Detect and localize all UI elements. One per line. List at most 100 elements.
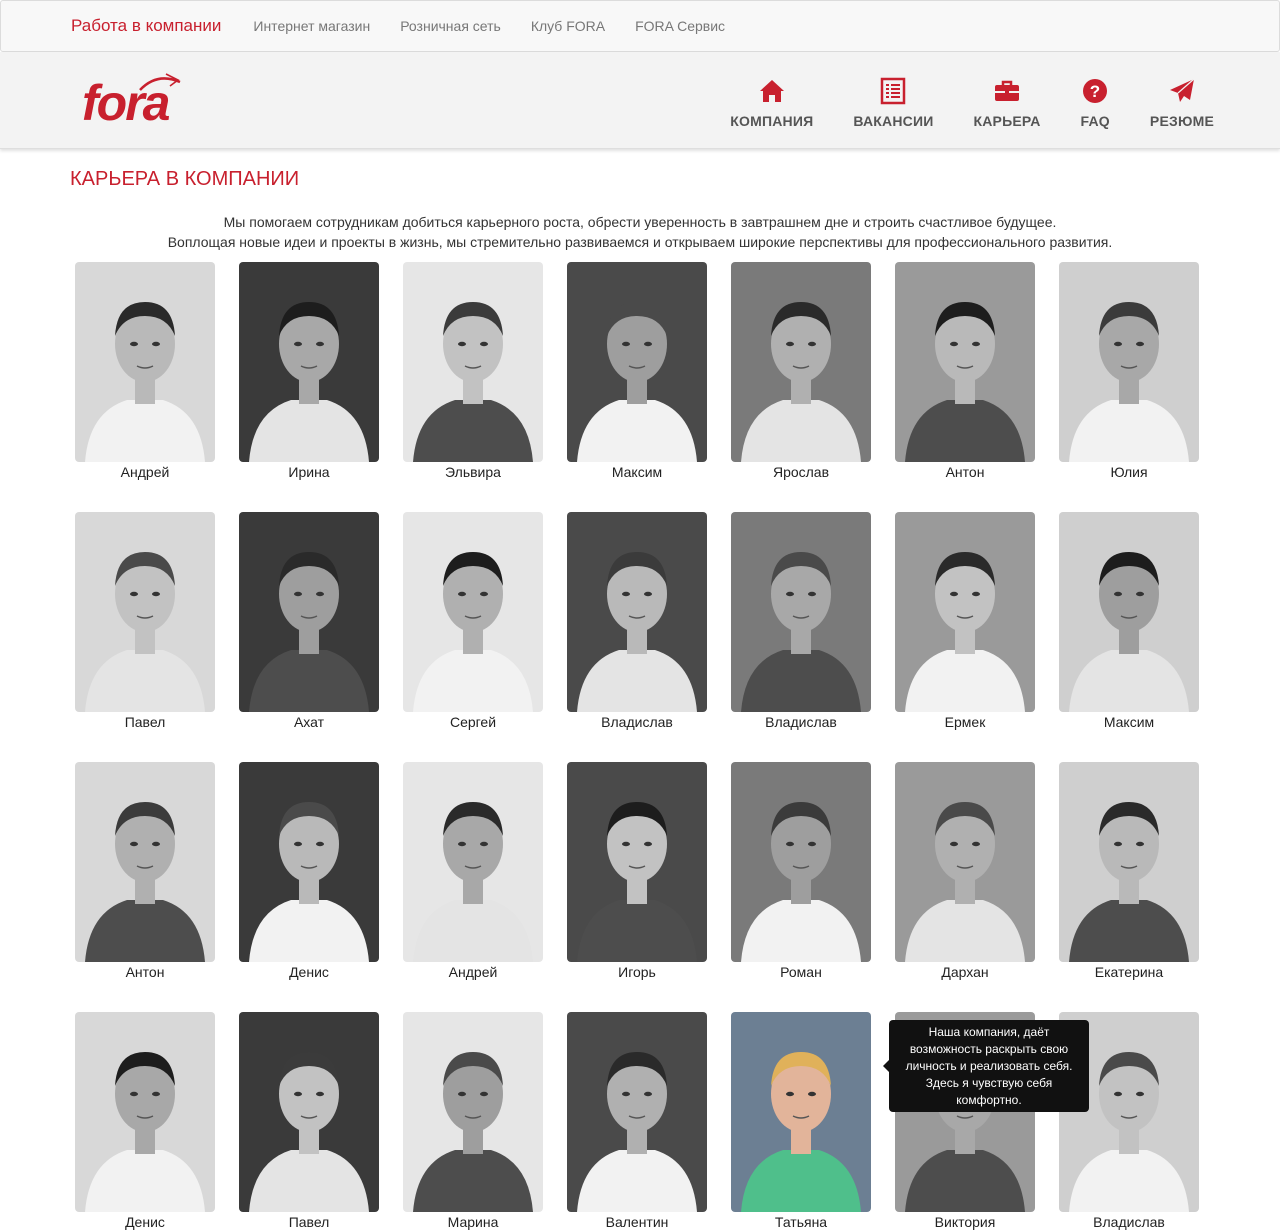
- employee-photo: [75, 262, 215, 462]
- employee-photo: [567, 762, 707, 962]
- menu-item-resume-label: РЕЗЮМЕ: [1149, 113, 1214, 129]
- employee-quote-tooltip: Наша компания, даёт возможность раскрыть…: [883, 1020, 1089, 1112]
- menu-item-faq[interactable]: ? FAQ: [1081, 77, 1110, 129]
- menu-item-career-label: КАРЬЕРА: [973, 113, 1041, 129]
- employee-photo: [239, 512, 379, 712]
- menu-item-company[interactable]: КОМПАНИЯ: [730, 77, 813, 129]
- employee-name: Игорь: [618, 964, 656, 980]
- employee-name: Ермек: [944, 714, 986, 730]
- briefcase-icon: [995, 80, 1019, 101]
- employee-card[interactable]: Ирина: [239, 262, 379, 482]
- employee-name: Андрей: [120, 464, 170, 480]
- topnav-item-service[interactable]: FORA Сервис: [623, 18, 737, 34]
- tooltip-text: Наша компания, даёт возможность раскрыть…: [905, 1025, 1073, 1107]
- employee-name: Ирина: [288, 464, 330, 480]
- employee-photo: [895, 762, 1035, 962]
- employee-name: Сергей: [449, 714, 497, 730]
- employee-photo: [403, 262, 543, 462]
- employee-name: Роман: [780, 964, 822, 980]
- employee-name: Юлия: [1110, 464, 1148, 480]
- employee-name: Максим: [1103, 714, 1155, 730]
- employee-name: Валентин: [605, 1214, 669, 1230]
- employee-photo: [239, 262, 379, 462]
- employee-card[interactable]: Владислав: [731, 512, 871, 732]
- intro-line-1: Мы помогаем сотрудникам добиться карьерн…: [223, 214, 1057, 230]
- employee-card[interactable]: Марина: [403, 1012, 543, 1232]
- employee-card[interactable]: Юлия: [1059, 262, 1199, 482]
- employee-photo: [567, 262, 707, 462]
- employee-card[interactable]: Ахат: [239, 512, 379, 732]
- employee-card[interactable]: Ярослав: [731, 262, 871, 482]
- fora-logo[interactable]: fora: [82, 68, 192, 131]
- employee-photo: [731, 1012, 871, 1212]
- employee-card[interactable]: Дархан: [895, 762, 1035, 982]
- employee-name: Максим: [611, 464, 663, 480]
- employee-photo: [567, 1012, 707, 1212]
- employee-name: Ярослав: [772, 464, 830, 480]
- employee-photo: [895, 262, 1035, 462]
- employee-card[interactable]: Антон: [75, 762, 215, 982]
- employee-card[interactable]: Сергей: [403, 512, 543, 732]
- menu-item-career[interactable]: КАРЬЕРА: [974, 77, 1041, 129]
- employee-card[interactable]: Антон: [895, 262, 1035, 482]
- topnav-item-retail[interactable]: Розничная сеть: [388, 18, 513, 34]
- svg-text:?: ?: [1090, 82, 1100, 101]
- employee-name: Павел: [288, 1214, 330, 1230]
- menu-item-faq-label: FAQ: [1080, 113, 1110, 129]
- home-icon: [759, 80, 784, 102]
- employee-name: Денис: [289, 964, 329, 980]
- employee-name: Татьяна: [774, 1214, 828, 1230]
- employee-card[interactable]: Максим: [567, 262, 707, 482]
- employee-card[interactable]: Максим: [1059, 512, 1199, 732]
- employee-card[interactable]: Андрей: [75, 262, 215, 482]
- menu-item-vacancies[interactable]: ВАКАНСИИ: [853, 77, 933, 129]
- menu-item-company-label: КОМПАНИЯ: [730, 113, 814, 129]
- topnav-item-club[interactable]: Клуб FORA: [519, 18, 617, 34]
- menu-item-vacancies-label: ВАКАНСИИ: [853, 113, 934, 129]
- employee-name: Андрей: [448, 964, 498, 980]
- top-navbar: Работа в компании Интернет магазин Розни…: [0, 0, 1280, 52]
- fora-logo-image: fora: [82, 73, 181, 131]
- topnav-item-shop[interactable]: Интернет магазин: [241, 18, 382, 34]
- employee-name: Марина: [447, 1214, 499, 1230]
- employee-card[interactable]: Денис: [239, 762, 379, 982]
- employee-photo: [239, 762, 379, 962]
- employee-name: Владислав: [765, 714, 837, 730]
- employee-card[interactable]: Денис: [75, 1012, 215, 1232]
- employee-card[interactable]: Роман: [731, 762, 871, 982]
- site-header: fora КОМПАНИЯ ВАКАНСИИ КАРЬЕРА ? FAQ РЕЗ…: [0, 52, 1280, 149]
- employee-photo: [403, 512, 543, 712]
- employee-photo: [1059, 262, 1199, 462]
- employee-name: Екатерина: [1094, 964, 1164, 980]
- employee-card[interactable]: Эльвира: [403, 262, 543, 482]
- topnav-item-work[interactable]: Работа в компании: [59, 16, 233, 36]
- employee-card[interactable]: Валентин: [567, 1012, 707, 1232]
- employee-name: Ахат: [293, 714, 325, 730]
- employee-card[interactable]: Игорь: [567, 762, 707, 982]
- employee-photo: [75, 762, 215, 962]
- employee-card[interactable]: Павел: [75, 512, 215, 732]
- tooltip-arrow: [883, 1060, 889, 1072]
- employee-card[interactable]: Екатерина: [1059, 762, 1199, 982]
- employee-name: Дархан: [941, 964, 989, 980]
- employee-card[interactable]: Татьяна: [731, 1012, 871, 1232]
- intro-line-2: Воплощая новые идеи и проекты в жизнь, м…: [167, 234, 1113, 250]
- employee-card[interactable]: Павел: [239, 1012, 379, 1232]
- page-title: КАРЬЕРА В КОМПАНИИ: [70, 168, 300, 190]
- employee-photo: [567, 512, 707, 712]
- main-menu: КОМПАНИЯ ВАКАНСИИ КАРЬЕРА ? FAQ РЕЗЮМЕ: [690, 77, 1214, 129]
- employee-name: Владислав: [601, 714, 673, 730]
- employee-card[interactable]: Андрей: [403, 762, 543, 982]
- employee-photo: [731, 262, 871, 462]
- employee-photo: [1059, 512, 1199, 712]
- employee-name: Антон: [945, 464, 985, 480]
- employee-name: Эльвира: [445, 464, 501, 480]
- menu-item-resume[interactable]: РЕЗЮМЕ: [1150, 77, 1214, 129]
- employee-photo: [1059, 762, 1199, 962]
- employee-photo: [895, 512, 1035, 712]
- employee-name: Виктория: [934, 1214, 996, 1230]
- employee-card[interactable]: Владислав: [567, 512, 707, 732]
- employee-card[interactable]: Ермек: [895, 512, 1035, 732]
- employee-name: Владислав: [1093, 1214, 1165, 1230]
- employee-photo: [731, 512, 871, 712]
